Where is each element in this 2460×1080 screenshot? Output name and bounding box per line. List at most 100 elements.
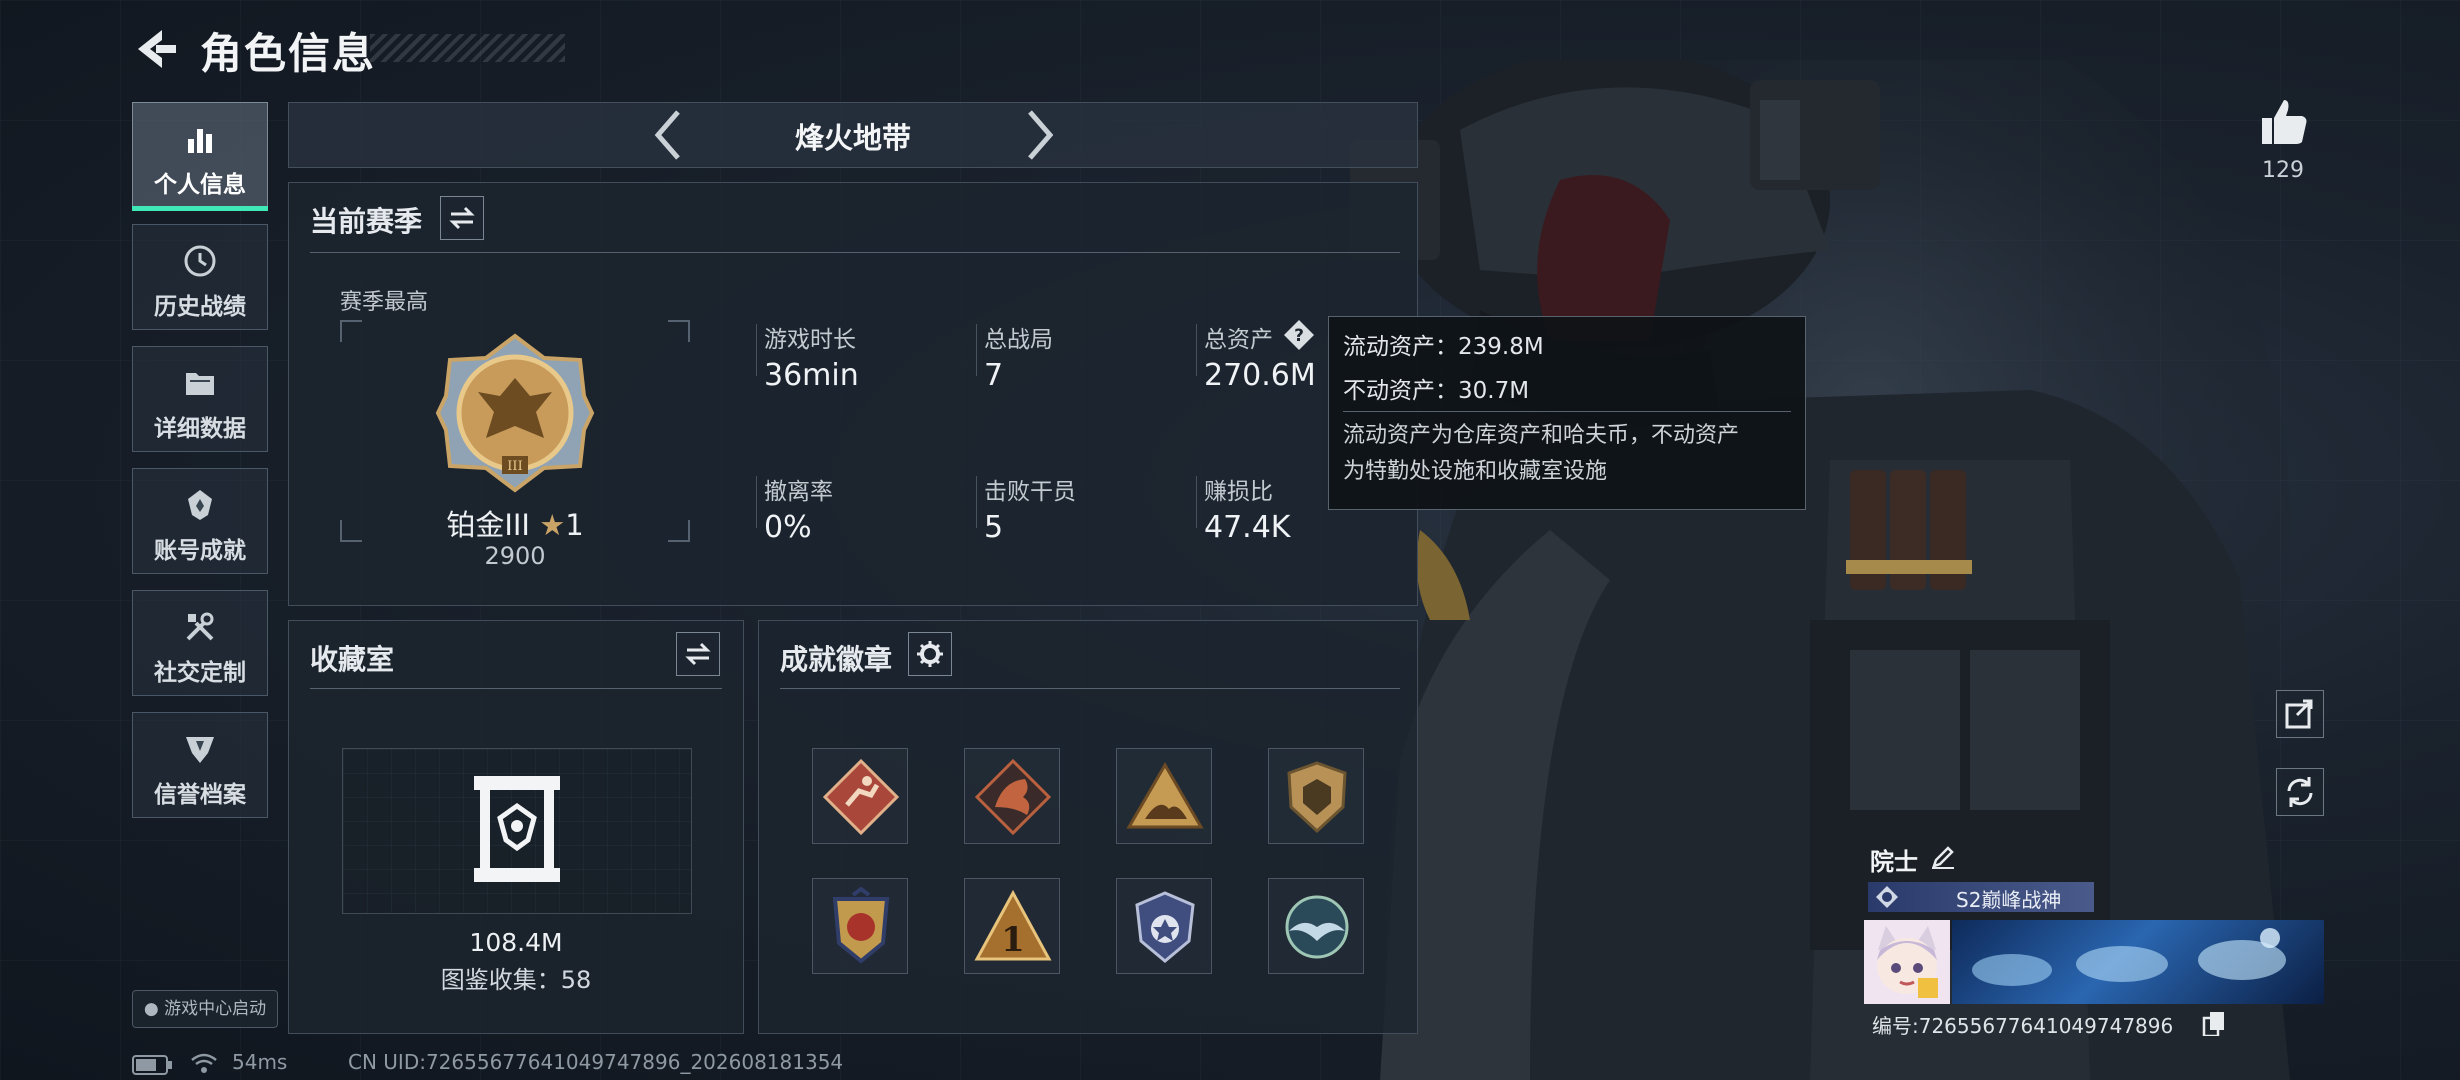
cat-girl-avatar-icon <box>1864 920 1950 1004</box>
edit-pencil-icon[interactable] <box>1930 844 1956 870</box>
tooltip-liquid-assets: 流动资产：239.8M <box>1343 334 1544 360</box>
prev-mode-chevron-icon[interactable] <box>648 108 688 162</box>
stat-label-playtime: 游戏时长 <box>764 327 856 353</box>
svg-text:?: ? <box>1294 326 1304 346</box>
page-title: 角色信息 <box>200 29 377 78</box>
wings-badge-icon <box>1285 895 1349 959</box>
gear-icon <box>917 641 943 667</box>
bar-chart-icon <box>188 129 212 153</box>
avatar[interactable] <box>1864 920 1950 1004</box>
rank-name: 铂金III <box>446 508 530 542</box>
game-center-launch-badge: ● 游戏中心启动 <box>132 990 278 1028</box>
svg-text:1: 1 <box>1001 920 1025 960</box>
sidebar-item-credit-record[interactable]: 信誉档案 <box>132 712 268 818</box>
star-icon: ★ <box>539 508 566 542</box>
profile-id: 编号:7265567764104974789​6 <box>1872 1014 2174 1038</box>
collection-value: 108.4M <box>469 928 563 957</box>
achievement-settings-button[interactable] <box>908 632 952 676</box>
person-icon: ● <box>143 999 159 1019</box>
rank-stars: 1 <box>565 508 584 542</box>
stat-divider <box>976 476 977 528</box>
share-button[interactable] <box>2276 690 2324 738</box>
credit-shield-icon <box>186 737 214 763</box>
share-icon <box>2285 699 2313 729</box>
stat-label-total-assets: 总资产 <box>1204 327 1273 353</box>
stat-value-playtime: 36min <box>764 358 859 393</box>
dragon-badge-icon <box>974 758 1052 836</box>
sidebar-item-label: 个人信息 <box>154 172 246 198</box>
season-divider <box>310 252 1400 253</box>
tooltip-fixed-assets: 不动资产：30.7M <box>1343 378 1530 404</box>
stat-divider <box>756 476 757 528</box>
sidebar-item-personal-info[interactable]: 个人信息 <box>132 102 268 211</box>
achievement-title: 成就徽章 <box>780 643 893 676</box>
stat-value-extract-rate: 0% <box>764 510 812 545</box>
rotate-button[interactable] <box>2276 768 2324 816</box>
mode-name: 烽火地带 <box>794 121 911 155</box>
mode-selector: 烽火地带 <box>288 102 1418 168</box>
achievement-badge[interactable] <box>1268 878 1364 974</box>
stat-divider <box>756 324 757 376</box>
rank-name-row: 铂金III ★1 <box>340 502 690 544</box>
swap-icon <box>685 642 711 666</box>
number-one-badge-icon: 1 <box>974 889 1052 961</box>
achievement-badge[interactable] <box>812 748 908 844</box>
achievement-badge[interactable]: 1 <box>964 878 1060 974</box>
ping-text: 54ms <box>232 1050 288 1074</box>
title-decoration <box>370 34 565 62</box>
profile-banner <box>1952 920 2324 1004</box>
stat-divider <box>1196 324 1197 376</box>
help-icon[interactable]: ? <box>1282 318 1316 352</box>
like-count: 129 <box>2262 158 2304 183</box>
season-tag-banner: S2巅峰战神 <box>1868 882 2094 912</box>
skeleton-banner-art <box>1972 928 2286 986</box>
sidebar-item-history[interactable]: 历史战绩 <box>132 224 268 330</box>
star-shield-badge-icon <box>1135 891 1195 963</box>
achievement-badge[interactable] <box>812 878 908 974</box>
stat-value-matches: 7 <box>984 358 1004 393</box>
stat-divider <box>1196 476 1197 528</box>
sidebar-item-social-custom[interactable]: 社交定制 <box>132 590 268 696</box>
achievement-divider <box>780 688 1400 689</box>
sidebar-item-account-achievement[interactable]: 账号成就 <box>132 468 268 574</box>
tooltip-desc-line2: 为特勤处设施和收藏室设施 <box>1343 459 1608 484</box>
achievement-badge[interactable] <box>964 748 1060 844</box>
achievement-badge[interactable] <box>1268 748 1364 844</box>
stat-value-kills: 5 <box>984 510 1004 545</box>
medal-badge-icon <box>832 887 890 964</box>
sidebar-item-label: 信誉档案 <box>154 782 246 808</box>
next-mode-chevron-icon[interactable] <box>1020 108 1060 162</box>
stat-label-kills: 击败干员 <box>984 479 1076 505</box>
hill-badge-icon <box>1126 762 1204 829</box>
collection-title: 收藏室 <box>310 643 395 676</box>
copy-icon[interactable] <box>2202 1010 2226 1036</box>
tooltip-divider <box>1343 411 1791 412</box>
peak-emblem-icon <box>1876 886 1898 908</box>
thumbs-up-icon[interactable] <box>2258 96 2310 148</box>
sidebar-item-label: 详细数据 <box>154 416 246 442</box>
collection-divider <box>310 688 722 689</box>
stat-label-extract-rate: 撤离率 <box>764 479 833 505</box>
achievement-badge[interactable] <box>1116 878 1212 974</box>
tools-icon <box>186 612 214 641</box>
back-arrow-icon[interactable] <box>132 26 178 72</box>
achievement-badge[interactable] <box>1116 748 1212 844</box>
refresh-icon <box>2287 777 2313 807</box>
tooltip-desc-line1: 流动资产为仓库资产和哈夫币，不动资产 <box>1343 423 1740 448</box>
wifi-icon <box>191 1053 217 1073</box>
stat-label-matches: 总战局 <box>984 327 1053 353</box>
achievement-icon <box>188 490 212 520</box>
battery-icon <box>132 1055 172 1075</box>
season-tag-text: S2巅峰战神 <box>1956 888 2062 912</box>
display-case-icon <box>474 776 560 882</box>
sidebar-item-detail-data[interactable]: 详细数据 <box>132 346 268 452</box>
stat-value-total-assets: 270.6M <box>1204 358 1316 393</box>
season-title: 当前赛季 <box>310 205 423 238</box>
profile-title-name: 院士 <box>1870 848 1918 876</box>
history-clock-icon <box>184 245 216 277</box>
codex-count: 图鉴收集：58 <box>440 966 592 994</box>
season-switch-button[interactable] <box>440 196 484 240</box>
folder-icon <box>186 373 214 395</box>
sidebar-item-label: 账号成就 <box>154 538 246 564</box>
collection-switch-button[interactable] <box>676 632 720 676</box>
